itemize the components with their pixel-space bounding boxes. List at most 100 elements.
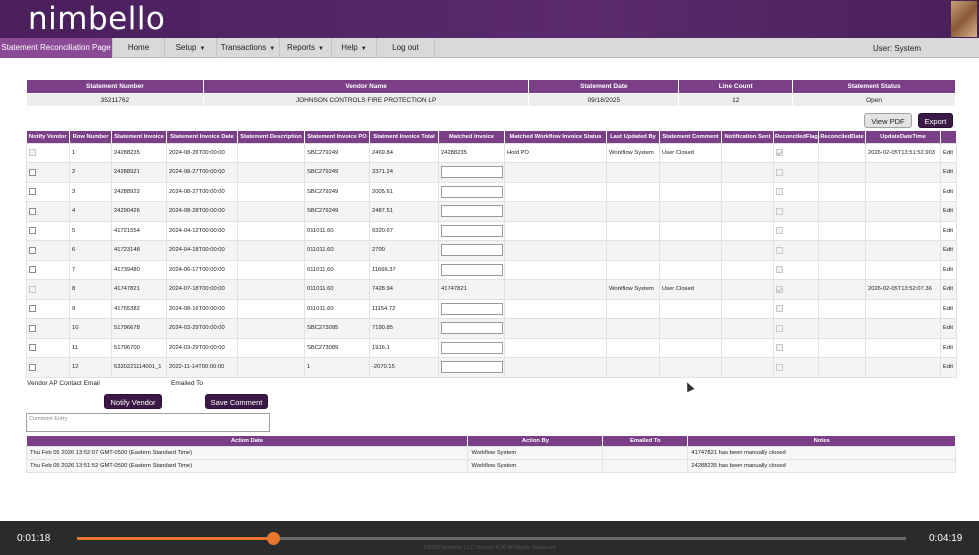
edit-link[interactable]: Edit — [940, 337, 957, 358]
edit-link[interactable]: Edit — [940, 318, 957, 339]
notify-vendor-checkbox[interactable] — [29, 324, 36, 332]
statement-number: 35211762 — [26, 93, 204, 107]
notify-vendor-cell — [26, 181, 70, 202]
notify-vendor-checkbox — [29, 285, 36, 293]
invoice-total: 11666.37 — [369, 259, 439, 280]
matched-invoice-input[interactable] — [441, 361, 503, 374]
comment-entry-input[interactable]: Comment Entry — [26, 413, 270, 432]
notify-vendor-cell — [26, 357, 70, 378]
matched-invoice-input[interactable] — [441, 205, 503, 218]
menu-logout[interactable]: Log out — [377, 38, 435, 58]
invoice-date: 2022-11-14T00:00:00 — [166, 357, 238, 378]
history-notes: 24288235 has been manually closed — [687, 458, 956, 473]
statement-comment — [659, 181, 722, 202]
current-user: User: System — [872, 44, 921, 53]
invoice-date: 2024-07-18T00:00:00 — [166, 279, 238, 300]
notify-vendor-checkbox[interactable] — [29, 188, 36, 196]
notify-vendor-checkbox — [29, 149, 36, 157]
video-seek-track[interactable] — [77, 532, 906, 545]
grid-column-header: Statment Invoice Total — [369, 131, 439, 143]
matched-invoice-input[interactable] — [441, 302, 503, 315]
matched-invoice-cell — [438, 162, 505, 183]
save-comment-button[interactable]: Save Comment — [205, 394, 268, 409]
history-header: Action By — [467, 436, 604, 446]
matched-invoice-input[interactable] — [441, 166, 503, 179]
statement-comment — [659, 162, 722, 183]
matched-invoice-input[interactable] — [441, 224, 503, 237]
notify-vendor-cell — [26, 259, 70, 280]
update-datetime — [865, 298, 941, 319]
reconciled-flag-cell — [773, 279, 819, 300]
invoice-date: 2024-03-29T00:00:00 — [166, 318, 238, 339]
statement-description — [237, 162, 305, 183]
statement-description — [237, 279, 305, 300]
workflow-invoice-status — [504, 298, 607, 319]
edit-link[interactable]: Edit — [940, 181, 957, 202]
grid-column-header: Matched Workflow Invoice Status — [504, 131, 607, 143]
matched-invoice-input[interactable] — [441, 185, 503, 198]
edit-link[interactable]: Edit — [940, 240, 957, 261]
menu-help[interactable]: Help ▼ — [332, 38, 377, 58]
edit-link[interactable]: Edit — [940, 279, 957, 300]
statement-status: Open — [792, 93, 956, 107]
statement-invoice: 51796700 — [111, 337, 167, 358]
video-seek-handle[interactable] — [267, 532, 281, 545]
user-avatar-icon[interactable] — [951, 1, 977, 37]
notify-vendor-cell — [26, 318, 70, 339]
notify-vendor-checkbox[interactable] — [29, 305, 36, 313]
edit-link[interactable]: Edit — [940, 220, 957, 241]
workflow-invoice-status — [504, 162, 607, 183]
grid-column-header — [940, 131, 957, 143]
notify-vendor-checkbox[interactable] — [29, 246, 36, 254]
notification-sent — [721, 337, 774, 358]
notify-vendor-checkbox[interactable] — [29, 266, 36, 274]
edit-link[interactable]: Edit — [940, 259, 957, 280]
notification-sent — [721, 318, 774, 339]
notify-vendor-cell — [26, 298, 70, 319]
workflow-invoice-status — [504, 337, 607, 358]
notification-sent — [721, 298, 774, 319]
notify-vendor-button[interactable]: Notify Vendor — [104, 394, 162, 409]
edit-link[interactable]: Edit — [940, 357, 957, 378]
notify-vendor-checkbox[interactable] — [29, 344, 36, 352]
matched-invoice-input[interactable] — [441, 244, 503, 257]
statement-comment — [659, 240, 722, 261]
edit-link[interactable]: Edit — [940, 162, 957, 183]
matched-invoice-cell — [438, 357, 505, 378]
row-number: 8 — [69, 279, 112, 300]
reconciled-flag-cell — [773, 298, 819, 319]
workflow-invoice-status — [504, 357, 607, 378]
last-updated-by — [606, 357, 660, 378]
notify-vendor-checkbox[interactable] — [29, 207, 36, 215]
row-number: 2 — [69, 162, 112, 183]
notify-vendor-checkbox[interactable] — [29, 227, 36, 235]
export-button[interactable]: Export — [918, 113, 953, 128]
emailed-to-label: Emailed To — [171, 380, 204, 387]
row-number: 3 — [69, 181, 112, 202]
invoice-total: -2070.15 — [369, 357, 439, 378]
chevron-down-icon: ▼ — [199, 46, 206, 52]
menu-home[interactable]: Home — [113, 38, 165, 58]
grid-column-header: ReconciledDate — [818, 131, 866, 143]
menu-setup[interactable]: Setup ▼ — [165, 38, 217, 58]
history-by: Workflow System — [467, 458, 604, 473]
invoice-total: 9320.67 — [369, 220, 439, 241]
edit-link[interactable]: Edit — [940, 201, 957, 222]
menu-transactions[interactable]: Transactions ▼ — [217, 38, 280, 58]
notify-vendor-cell — [26, 337, 70, 358]
update-datetime: 2026-02-05T13:52:07.36 — [865, 279, 941, 300]
edit-link[interactable]: Edit — [940, 298, 957, 319]
menu-statement-reconciliation[interactable]: Statement Reconciliation Page — [0, 38, 113, 58]
last-updated-by — [606, 337, 660, 358]
menu-reports[interactable]: Reports ▼ — [280, 38, 332, 58]
view-pdf-button[interactable]: View PDF — [864, 113, 912, 128]
matched-invoice-input[interactable] — [441, 263, 503, 276]
invoice-date: 2024-08-28T00:00:00 — [166, 201, 238, 222]
notify-vendor-checkbox[interactable] — [29, 168, 36, 176]
statement-invoice: 41721554 — [111, 220, 167, 241]
edit-link[interactable]: Edit — [940, 142, 957, 163]
matched-invoice-input[interactable] — [441, 322, 503, 335]
nimbello-logo: nimbello — [28, 1, 166, 37]
notify-vendor-checkbox[interactable] — [29, 363, 36, 371]
matched-invoice-input[interactable] — [441, 341, 503, 354]
